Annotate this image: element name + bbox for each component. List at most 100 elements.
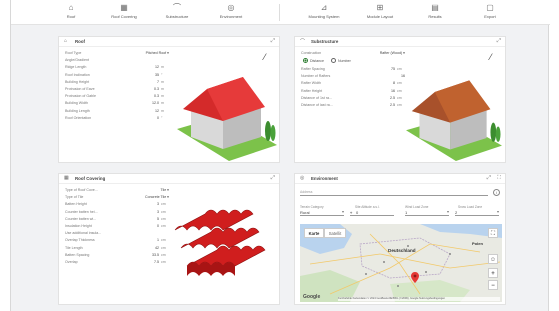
parameter-value[interactable]: 1 xyxy=(157,238,159,242)
parameter-value[interactable]: Tile ▾ xyxy=(161,188,169,192)
substructure-panel: ⌒ Substructure ⤢ Construction Rafter (Wo… xyxy=(294,36,506,163)
parameter-value[interactable]: 12.0 xyxy=(152,101,159,105)
expand-icon[interactable]: ⤢ xyxy=(497,38,501,45)
globe-icon: ◎ xyxy=(227,3,235,12)
site-altitude-value: 0 xyxy=(356,210,359,215)
parameter-value[interactable]: 0 xyxy=(157,224,159,228)
wind-load-zone-select[interactable]: 1 ▾ xyxy=(405,208,449,216)
parameter-unit: cm xyxy=(397,103,402,107)
toolbar-environment-label: Environment xyxy=(219,14,243,19)
toolbar-environment-button[interactable]: ◎ Environment xyxy=(201,2,261,19)
parameter-unit: cm xyxy=(161,209,166,214)
parameter-value[interactable]: 5 xyxy=(157,217,159,221)
roof-covering-panel-title: Roof Covering xyxy=(75,176,106,181)
location-map[interactable]: Karte Satellit ⛶ Deutschland Polen ☺ + −… xyxy=(300,224,502,302)
info-icon[interactable]: i xyxy=(493,189,500,196)
parameter-label: Protrusion of Eave xyxy=(65,87,95,91)
radio-number[interactable]: Number xyxy=(331,58,351,63)
terrain-category-value: Rural xyxy=(300,210,310,215)
chevron-down-icon: ▾ xyxy=(496,209,499,214)
parameter-unit: cm xyxy=(161,202,166,207)
parameter-value[interactable]: 2.5 xyxy=(390,96,395,100)
parameter-value[interactable]: 16 xyxy=(391,89,395,93)
roof-panel-header: ⌂ Roof ⤢ xyxy=(59,37,279,47)
parameter-label: Rafter Spacing xyxy=(301,67,325,71)
parameter-value[interactable]: 35 xyxy=(155,73,159,77)
parameter-row: Protrusion of Eave 0.3 m xyxy=(65,87,169,93)
toolbar-substructure-button[interactable]: ⌒ Substructure xyxy=(147,2,207,19)
parameter-value[interactable]: 33.5 xyxy=(152,253,159,257)
parameter-unit: m xyxy=(161,101,164,106)
parameter-unit: cm xyxy=(161,252,166,257)
map-fullscreen-icon[interactable]: ⛶ xyxy=(488,228,498,238)
toolbar-results-button[interactable]: ▤ Results xyxy=(405,2,465,19)
export-icon: ▢ xyxy=(486,3,494,12)
parameter-unit: cm xyxy=(161,238,166,243)
parameter-row: Building Length 12 m xyxy=(65,109,169,115)
map-country-label: Deutschland xyxy=(388,248,416,253)
radio-distance[interactable]: Distance xyxy=(303,58,324,63)
parameter-label: Building Length xyxy=(65,108,90,113)
parameter-value[interactable]: 8 xyxy=(393,81,395,85)
pegman-icon[interactable]: ☺ xyxy=(488,254,498,264)
toolbar-module-layout-button[interactable]: ⊞ Module Layout xyxy=(350,2,410,19)
parameter-value[interactable]: Concrete Tile ▾ xyxy=(145,195,169,199)
globe-icon: ◎ xyxy=(300,175,305,181)
expand-icon[interactable]: ⤢ xyxy=(487,175,491,182)
parameter-row: Type of Roof Cove... Tile ▾ xyxy=(65,188,169,194)
terrain-category-select[interactable]: Rural ▾ xyxy=(300,208,344,216)
site-altitude-input[interactable]: ⌖ 0 xyxy=(350,208,394,216)
roof-panel: ⌂ Roof ⤢ Roof Type Pitched Roof ▾ Angle/Gr… xyxy=(58,36,280,163)
parameter-value[interactable]: 75 xyxy=(391,67,395,71)
toolbar-export-button[interactable]: ▢ Export xyxy=(460,2,520,19)
parameter-value[interactable]: 12 xyxy=(155,109,159,113)
fullscreen-icon[interactable]: ⛶ xyxy=(497,175,501,182)
toolbar-roof-button[interactable]: ⌂ Roof xyxy=(41,2,101,19)
parameter-unit: cm xyxy=(397,95,402,100)
toolbar-export-label: Export xyxy=(484,14,496,19)
parameter-row: Insulation Height 0 cm xyxy=(65,224,169,230)
parameter-label: Overlap xyxy=(65,260,78,264)
parameter-value[interactable]: 0.3 xyxy=(154,87,159,91)
parameter-value[interactable]: 0.3 xyxy=(154,94,159,98)
parameter-row: Overlap Thickness 1 cm xyxy=(65,238,169,244)
parameter-row: Tile Length 42 cm xyxy=(65,246,169,252)
parameter-label: Use additional insula... xyxy=(65,231,102,236)
construction-label: Construction xyxy=(301,51,322,55)
parameter-value[interactable]: 12 xyxy=(155,65,159,69)
parameter-label: Angle/Gradient xyxy=(65,58,89,63)
parameter-unit: cm xyxy=(397,88,402,93)
construction-select[interactable]: Rafter (Wood) ▾ xyxy=(380,51,405,55)
parameter-value[interactable]: 2.5 xyxy=(390,103,395,107)
toolbar-roof-covering-button[interactable]: ▦ Roof Covering xyxy=(94,2,154,19)
parameter-value[interactable]: 3 xyxy=(157,202,159,206)
expand-icon[interactable]: ⤢ xyxy=(271,175,275,182)
toolbar-mounting-system-label: Mounting System xyxy=(308,14,340,19)
parameter-row: Counter batten hei... 3 cm xyxy=(65,210,169,216)
expand-icon[interactable]: ⤢ xyxy=(271,38,275,45)
parameter-value[interactable]: 0 xyxy=(157,116,159,120)
parameter-value[interactable]: 3 xyxy=(157,210,159,214)
radio-distance-label: Distance xyxy=(310,59,324,63)
snow-load-zone-select[interactable]: 2 ▾ xyxy=(455,208,499,216)
map-tab-karte[interactable]: Karte xyxy=(304,228,324,238)
toolbar-mounting-system-button[interactable]: ⊿ Mounting System xyxy=(294,2,354,19)
parameter-value[interactable]: 7 xyxy=(157,80,159,84)
roof-covering-panel-header: ▦ Roof Covering ⤢ xyxy=(59,174,279,184)
address-input[interactable]: Address xyxy=(300,188,488,196)
substructure-icon: ⌒ xyxy=(173,3,181,12)
parameter-value[interactable]: 42 xyxy=(155,246,159,250)
parameter-row: Type of Tile Concrete Tile ▾ xyxy=(65,195,169,201)
parameter-unit: cm xyxy=(161,224,166,228)
parameter-value[interactable]: Pitched Roof ▾ xyxy=(146,51,169,55)
zoom-out-icon[interactable]: − xyxy=(488,280,498,290)
zoom-in-icon[interactable]: + xyxy=(488,268,498,278)
house-3d-preview-substructure xyxy=(406,80,502,161)
parameter-value[interactable]: 7.5 xyxy=(154,260,159,264)
magic-wand-icon[interactable]: ⁄ xyxy=(490,52,492,62)
parameter-unit: m xyxy=(161,94,164,99)
map-tab-satellit[interactable]: Satellit xyxy=(324,228,346,238)
parameter-label: Insulation Height xyxy=(65,224,92,228)
magic-wand-icon[interactable]: ⁄ xyxy=(264,52,266,62)
location-pin-icon: ⌖ xyxy=(350,210,353,215)
